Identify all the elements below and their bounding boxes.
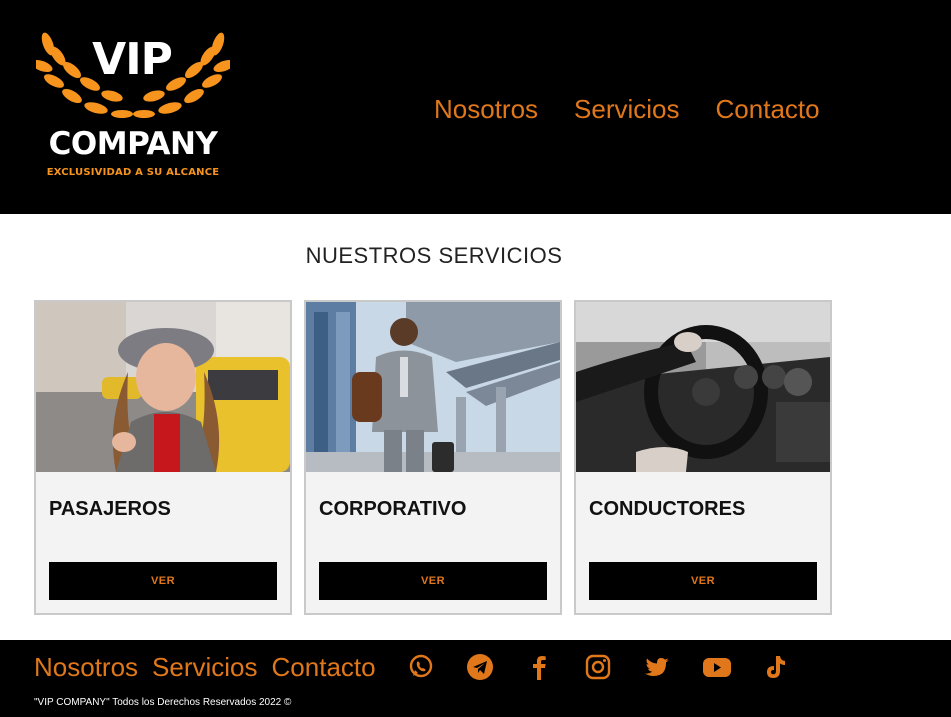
facebook-icon[interactable] xyxy=(524,652,558,682)
nav-contacto[interactable]: Contacto xyxy=(716,92,820,126)
corporate-photo xyxy=(306,302,560,472)
site-footer: Nosotros Servicios Contacto "VIP COMPANY… xyxy=(0,640,951,717)
driver-photo xyxy=(576,302,830,472)
tiktok-icon[interactable] xyxy=(760,652,794,682)
ver-button[interactable]: VER xyxy=(589,562,817,600)
card-title: CONDUCTORES xyxy=(589,498,746,520)
footer-nav: Nosotros Servicios Contacto xyxy=(34,650,376,684)
telegram-icon[interactable] xyxy=(465,652,499,682)
nav-servicios[interactable]: Servicios xyxy=(574,92,679,126)
passenger-photo xyxy=(36,302,290,472)
logo-vip-text: VIP xyxy=(92,34,173,85)
section-title: NUESTROS SERVICIOS xyxy=(305,243,563,268)
copyright-text: "VIP COMPANY" Todos los Derechos Reserva… xyxy=(34,697,292,708)
footer-nav-servicios[interactable]: Servicios xyxy=(152,650,257,684)
twitter-icon[interactable] xyxy=(642,652,676,682)
logo-tagline: EXCLUSIVIDAD A SU ALCANCE xyxy=(46,167,220,178)
ver-button[interactable]: VER xyxy=(49,562,277,600)
card-title: CORPORATIVO xyxy=(319,498,467,520)
main-nav: Nosotros Servicios Contacto xyxy=(434,92,820,126)
footer-nav-nosotros[interactable]: Nosotros xyxy=(34,650,138,684)
card-title: PASAJEROS xyxy=(49,498,171,520)
service-card-pasajeros: PASAJEROS VER xyxy=(34,300,292,615)
site-header: VIP COMPANY EXCLUSIVIDAD A SU ALCANCE No… xyxy=(0,0,951,214)
nav-nosotros[interactable]: Nosotros xyxy=(434,92,538,126)
logo-company-text: COMPANY xyxy=(48,126,218,162)
footer-nav-contacto[interactable]: Contacto xyxy=(272,650,376,684)
service-card-conductores: CONDUCTORES VER xyxy=(574,300,832,615)
instagram-icon[interactable] xyxy=(583,652,617,682)
social-links xyxy=(406,652,819,682)
youtube-icon[interactable] xyxy=(701,652,735,682)
whatsapp-icon[interactable] xyxy=(406,652,440,682)
vip-company-logo[interactable]: VIP COMPANY EXCLUSIVIDAD A SU ALCANCE xyxy=(36,26,230,186)
ver-button[interactable]: VER xyxy=(319,562,547,600)
service-card-corporativo: CORPORATIVO VER xyxy=(304,300,562,615)
